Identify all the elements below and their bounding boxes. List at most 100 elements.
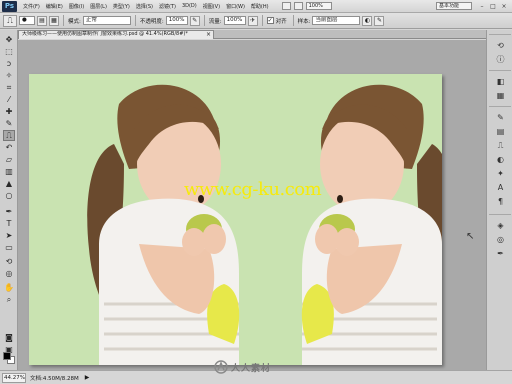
gradient-tool-icon[interactable]: ▥ — [3, 166, 15, 177]
menu-type[interactable]: 类型(Y) — [113, 3, 130, 10]
pen-tool-icon[interactable]: ✒ — [3, 206, 15, 217]
brush-panel-icon[interactable]: ✎ — [495, 112, 506, 123]
minimize-button[interactable]: – — [477, 2, 487, 11]
bridge-button[interactable] — [281, 2, 291, 10]
sample-label: 样本: — [297, 18, 311, 25]
menu-layer[interactable]: 图层(L) — [90, 3, 107, 10]
layers-panel-icon[interactable]: ◈ — [495, 220, 506, 231]
dodge-tool-icon[interactable]: ○ — [3, 190, 15, 201]
close-button[interactable]: × — [499, 2, 509, 11]
menu-view[interactable]: 视图(V) — [203, 3, 220, 10]
swatches-panel-icon[interactable]: ▦ — [495, 90, 506, 101]
panel-grip[interactable] — [489, 106, 511, 109]
minibridge-button[interactable] — [293, 2, 303, 10]
clone-stamp-preset-icon[interactable]: ⎍ — [3, 14, 17, 27]
opacity-input[interactable]: 100% — [165, 16, 188, 25]
image-canvas[interactable]: www.cg-ku.com — [29, 74, 442, 365]
size-pressure-icon[interactable]: ✎ — [374, 15, 385, 26]
separator — [292, 15, 294, 26]
app-logo: Ps — [2, 0, 17, 12]
tools-panel: ✥ ⬚ ↄ ✧ ⌗ ⁄ ✚ ✎ ⎍ ↶ ▱ ▥ ▲ ○ ✒ T ➤ ▭ ⟲ ◎ … — [0, 30, 18, 370]
separator — [203, 15, 205, 26]
adjustments-panel-icon[interactable]: ◐ — [495, 154, 506, 165]
separator — [63, 15, 64, 26]
eraser-tool-icon[interactable]: ▱ — [3, 154, 15, 165]
3d-camera-tool-icon[interactable]: ◎ — [3, 268, 15, 279]
aligned-checkbox[interactable]: ✓ — [266, 17, 274, 24]
document-info[interactable]: 文档:4.50M/8.28M — [30, 374, 79, 382]
brush-panel-icon[interactable]: ▤ — [37, 15, 47, 26]
opacity-pressure-icon[interactable]: ✎ — [189, 15, 200, 26]
menu-filter[interactable]: 滤镜(T) — [159, 3, 176, 10]
panel-grip[interactable] — [489, 70, 511, 73]
channels-panel-icon[interactable]: ◎ — [495, 234, 506, 245]
zoom-tool-icon[interactable]: ⌕ — [3, 294, 15, 305]
menu-3d[interactable]: 3D(D) — [182, 3, 197, 9]
foreground-color-swatch[interactable] — [3, 352, 11, 360]
type-tool-icon[interactable]: T — [3, 218, 15, 229]
eyedropper-tool-icon[interactable]: ⁄ — [3, 94, 15, 105]
character-panel-icon[interactable]: A — [495, 182, 506, 193]
mode-select[interactable]: 正常 — [82, 16, 131, 25]
canvas-image — [87, 84, 442, 365]
right-girl-figure — [301, 84, 442, 365]
document-tab-bar: 大师级练习——使用仿制图章制作门窗效果练习.psd @ 41.4%(RGB/8#… — [18, 30, 486, 39]
path-selection-tool-icon[interactable]: ➤ — [3, 230, 15, 241]
brush-size-picker[interactable]: ● — [19, 16, 35, 25]
hand-tool-icon[interactable]: ✋ — [3, 282, 15, 293]
healing-brush-tool-icon[interactable]: ✚ — [3, 106, 15, 117]
menubar-widgets: 100% — [279, 2, 332, 10]
3d-rotate-tool-icon[interactable]: ⟲ — [3, 256, 15, 267]
document-tab-title: 大师级练习——使用仿制图章制作门窗效果练习.psd @ 41.4%(RGB/8#… — [22, 31, 188, 37]
menu-window[interactable]: 窗口(W) — [226, 3, 245, 10]
crop-tool-icon[interactable]: ⌗ — [3, 82, 15, 93]
status-menu-arrow-icon[interactable]: ▶ — [85, 374, 90, 381]
properties-panel-icon[interactable]: ⓘ — [495, 54, 506, 65]
clone-source-panel-icon[interactable]: ⎍ — [495, 140, 506, 151]
paragraph-panel-icon[interactable]: ¶ — [495, 196, 506, 207]
menu-help[interactable]: 帮助(H) — [251, 3, 269, 10]
footer-logo: 人人素材 — [214, 360, 271, 374]
history-panel-icon[interactable]: ⟲ — [495, 40, 506, 51]
canvas-watermark: www.cg-ku.com — [184, 179, 322, 200]
window-controls: – □ × — [476, 2, 509, 11]
workspace-switcher[interactable]: 基本功能 — [436, 2, 472, 10]
panel-grip[interactable] — [489, 214, 511, 217]
blur-tool-icon[interactable]: ▲ — [3, 178, 15, 189]
marquee-tool-icon[interactable]: ⬚ — [3, 46, 15, 57]
flow-input[interactable]: 100% — [223, 16, 246, 25]
panel-grip[interactable] — [489, 34, 511, 37]
paths-panel-icon[interactable]: ✒ — [495, 248, 506, 259]
maximize-button[interactable]: □ — [488, 2, 498, 11]
menu-image[interactable]: 图像(I) — [69, 3, 84, 10]
history-brush-tool-icon[interactable]: ↶ — [3, 142, 15, 153]
quick-selection-tool-icon[interactable]: ✧ — [3, 70, 15, 81]
ignore-adjustment-layers-icon[interactable]: ◐ — [362, 15, 373, 26]
sample-select[interactable]: 当前图层 — [312, 16, 361, 25]
airbrush-icon[interactable]: ✈ — [247, 15, 258, 26]
photoshop-window: Ps 文件(F) 编辑(E) 图像(I) 图层(L) 类型(Y) 选择(S) 滤… — [0, 0, 512, 384]
clone-stamp-tool-icon[interactable]: ⎍ — [3, 130, 15, 141]
styles-panel-icon[interactable]: ✦ — [495, 168, 506, 179]
rectangle-tool-icon[interactable]: ▭ — [3, 242, 15, 253]
footer-logo-text: 人人素材 — [231, 363, 272, 374]
mode-label: 模式: — [68, 18, 81, 25]
menu-select[interactable]: 选择(S) — [136, 3, 153, 10]
close-tab-icon[interactable]: × — [206, 31, 211, 38]
clone-source-icon[interactable]: ▦ — [49, 15, 59, 26]
quick-mask-icon[interactable]: ◙ — [3, 332, 15, 343]
menu-edit[interactable]: 编辑(E) — [46, 3, 63, 10]
mouse-cursor-icon: ↖ — [466, 231, 475, 242]
zoom-level-select[interactable]: 100% — [305, 2, 332, 10]
menu-file[interactable]: 文件(F) — [23, 3, 40, 10]
lasso-tool-icon[interactable]: ↄ — [3, 58, 15, 69]
brush-tool-icon[interactable]: ✎ — [3, 118, 15, 129]
brush-presets-icon[interactable]: ▤ — [495, 126, 506, 137]
options-bar: ⎍ ● ▤ ▦ 模式: 正常 不透明度: 100% ✎ 流量: 100% ✈ ✓… — [0, 13, 512, 29]
move-tool-icon[interactable]: ✥ — [3, 34, 15, 45]
document-tab[interactable]: 大师级练习——使用仿制图章制作门窗效果练习.psd @ 41.4%(RGB/8#… — [18, 30, 214, 39]
color-panel-icon[interactable]: ◧ — [495, 76, 506, 87]
zoom-level-input[interactable]: 44.27% — [2, 372, 26, 383]
separator — [134, 15, 136, 26]
document-workspace[interactable]: www.cg-ku.com — [18, 40, 486, 370]
